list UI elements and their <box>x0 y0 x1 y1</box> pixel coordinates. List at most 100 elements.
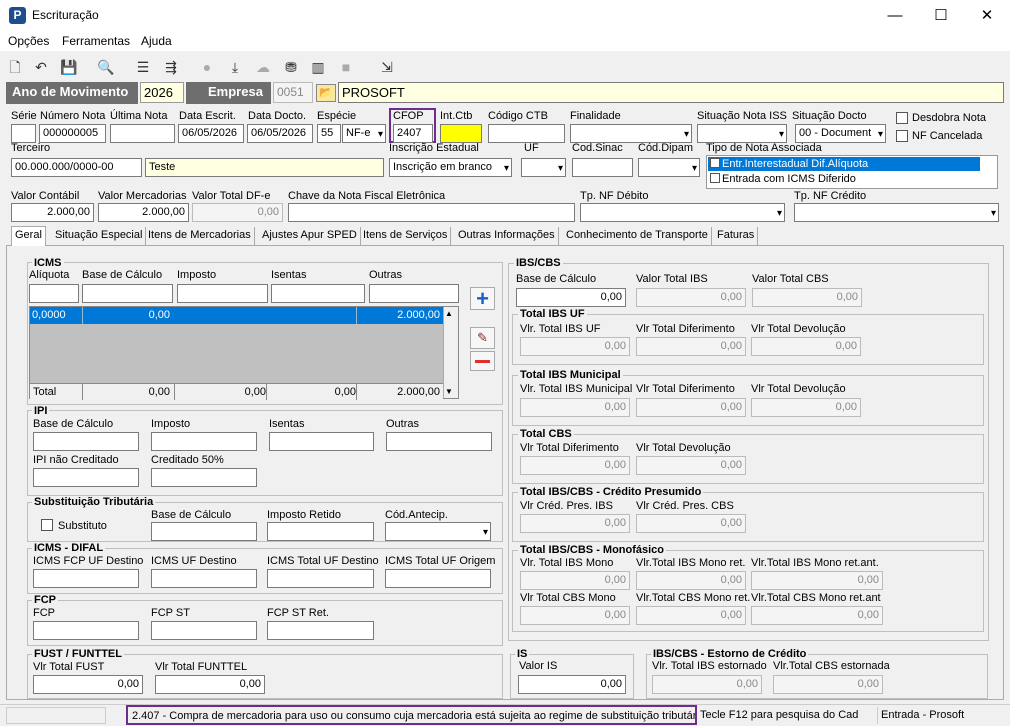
serie-input[interactable] <box>11 124 36 143</box>
codctb-input[interactable] <box>488 124 565 143</box>
icms-isentas-input[interactable] <box>271 284 365 303</box>
preview-icon[interactable]: 🔍 <box>95 56 117 78</box>
ipi-outras-input[interactable] <box>386 432 492 451</box>
undo-icon[interactable]: ↶ <box>30 56 52 78</box>
desdobra-checkbox[interactable] <box>896 112 908 124</box>
ibs-mono-b-input[interactable]: 0,00 <box>636 571 746 590</box>
menu-ajuda[interactable]: Ajuda <box>141 34 172 48</box>
icms-scrollbar[interactable] <box>443 307 458 398</box>
tp-credito-select[interactable] <box>794 203 999 222</box>
save-icon[interactable]: 💾 <box>58 56 80 78</box>
scroll-down-icon[interactable]: ▼ <box>445 387 453 396</box>
ibs-mun-c-input[interactable]: 0,00 <box>751 398 861 417</box>
new-icon[interactable]: 🗋 <box>4 56 26 78</box>
especie-select[interactable]: NF-e <box>342 124 386 143</box>
ibs-base-input[interactable]: 0,00 <box>516 288 626 307</box>
ibs-mono-d-input[interactable]: 0,00 <box>520 606 630 625</box>
st-imposto-input[interactable] <box>267 522 374 541</box>
download-icon[interactable]: ⤓ <box>224 56 246 78</box>
estorno-b-input[interactable]: 0,00 <box>773 675 883 694</box>
tp-debito-select[interactable] <box>580 203 785 222</box>
chave-input[interactable] <box>288 203 575 222</box>
ipi-base-input[interactable] <box>33 432 139 451</box>
scroll-up-icon[interactable]: ▲ <box>445 309 453 318</box>
st-base-input[interactable] <box>151 522 257 541</box>
apple-icon[interactable]: ● <box>196 56 218 78</box>
difal-c-input[interactable] <box>267 569 374 588</box>
ibs-cp-a-input[interactable]: 0,00 <box>520 514 630 533</box>
menu-opcoes[interactable]: Opções <box>8 34 49 48</box>
tab-faturas[interactable]: Faturas <box>714 227 759 245</box>
tipo-nota-item[interactable]: Entrada com ICMS Diferido <box>708 172 980 186</box>
ipi-isentas-input[interactable] <box>269 432 374 451</box>
tab-geral[interactable]: Geral <box>11 226 46 246</box>
tab-conhecimento-transporte[interactable]: Conhecimento de Transporte <box>563 227 712 245</box>
terceiro-code[interactable]: 00.000.000/0000-00 <box>11 158 142 177</box>
ibs-mono-a-input[interactable]: 0,00 <box>520 571 630 590</box>
ultima-input[interactable] <box>110 124 175 143</box>
substituto-checkbox[interactable] <box>41 519 53 531</box>
uf-select[interactable] <box>521 158 566 177</box>
icms-outras-input[interactable] <box>369 284 459 303</box>
ibs-vt-cbs-input[interactable]: 0,00 <box>752 288 862 307</box>
transfer-icon[interactable]: ⇶ <box>160 56 182 78</box>
ibs-uf-a-input[interactable]: 0,00 <box>520 337 630 356</box>
codsinac-input[interactable] <box>572 158 633 177</box>
cloud-icon[interactable]: ☁ <box>252 56 274 78</box>
coddipam-select[interactable] <box>638 158 700 177</box>
sit-docto-select[interactable]: 00 - Document <box>795 124 886 143</box>
folder-icon[interactable]: 📂 <box>316 84 336 102</box>
fust-a-input[interactable]: 0,00 <box>33 675 143 694</box>
remove-icon[interactable] <box>470 351 495 371</box>
difal-a-input[interactable] <box>33 569 139 588</box>
ibs-cbs-a-input[interactable]: 0,00 <box>520 456 630 475</box>
ipi-imposto-input[interactable] <box>151 432 257 451</box>
ibs-vt-ibs-input[interactable]: 0,00 <box>636 288 746 307</box>
especie-code[interactable]: 55 <box>317 124 341 143</box>
finalidade-select[interactable] <box>570 124 692 143</box>
fcp-b-input[interactable] <box>151 621 257 640</box>
valor-dfe-input[interactable]: 0,00 <box>192 203 283 222</box>
numero-input[interactable]: 000000005 <box>39 124 106 143</box>
ibs-mun-b-input[interactable]: 0,00 <box>636 398 746 417</box>
icms-imposto-input[interactable] <box>177 284 268 303</box>
ano-input[interactable]: 2026 <box>140 82 184 103</box>
is-a-input[interactable]: 0,00 <box>518 675 626 694</box>
tab-itens-servicos[interactable]: Itens de Serviços <box>360 227 452 245</box>
tab-situacao-especial[interactable]: Situação Especial <box>52 227 147 245</box>
intctb-input[interactable] <box>440 124 482 143</box>
edit-icon[interactable]: ✎ <box>470 327 495 349</box>
columns-icon[interactable]: ▥ <box>307 56 329 78</box>
ibs-mun-a-input[interactable]: 0,00 <box>520 398 630 417</box>
icms-aliquota-input[interactable] <box>29 284 79 303</box>
ibs-cp-b-input[interactable]: 0,00 <box>636 514 746 533</box>
nfcancelada-checkbox[interactable] <box>896 130 908 142</box>
cfop-input[interactable]: 2407 <box>393 124 433 143</box>
fust-b-input[interactable]: 0,00 <box>155 675 265 694</box>
tab-itens-mercadorias[interactable]: Itens de Mercadorias <box>145 227 255 245</box>
ibs-uf-c-input[interactable]: 0,00 <box>751 337 861 356</box>
cib-icon[interactable]: ⛃ <box>280 56 302 78</box>
fcp-a-input[interactable] <box>33 621 139 640</box>
table-row[interactable]: 0,0000 0,00 2.000,00 <box>30 307 443 324</box>
sit-iss-select[interactable] <box>697 124 787 143</box>
data-escrit-input[interactable]: 06/05/2026 <box>178 124 244 143</box>
icms-base-input[interactable] <box>82 284 173 303</box>
tipo-nota-item[interactable]: Entr.Interestadual Dif.Alíquota <box>708 157 980 171</box>
ipi-cred50-input[interactable] <box>151 468 257 487</box>
ibs-mono-f-input[interactable]: 0,00 <box>751 606 883 625</box>
close-icon[interactable]: ✕ <box>964 0 1010 31</box>
tab-outras-informacoes[interactable]: Outras Informações <box>455 227 559 245</box>
menu-ferramentas[interactable]: Ferramentas <box>62 34 130 48</box>
fcp-c-input[interactable] <box>267 621 374 640</box>
ibs-cbs-b-input[interactable]: 0,00 <box>636 456 746 475</box>
maximize-icon[interactable]: ☐ <box>918 0 964 31</box>
estorno-a-input[interactable]: 0,00 <box>652 675 762 694</box>
ibs-mono-c-input[interactable]: 0,00 <box>751 571 883 590</box>
add-icon[interactable]: + <box>470 287 495 310</box>
valor-contabil-input[interactable]: 2.000,00 <box>11 203 94 222</box>
minimize-icon[interactable]: — <box>872 0 918 31</box>
tab-ajustes-apur-sped[interactable]: Ajustes Apur SPED <box>259 227 361 245</box>
data-docto-input[interactable]: 06/05/2026 <box>247 124 313 143</box>
st-cod-select[interactable] <box>385 522 491 541</box>
